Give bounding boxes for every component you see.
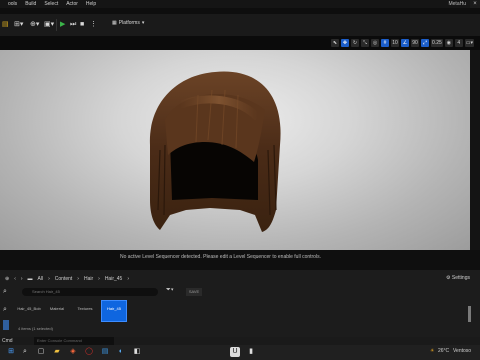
breadcrumb-hair[interactable]: Hair [84, 276, 93, 282]
asset-tile-selected[interactable]: Hair_45 [101, 300, 127, 322]
stop-icon[interactable]: ■ [80, 20, 84, 30]
camera-speed-value[interactable]: 4 [454, 39, 463, 47]
asset-label: Hair_45_Bob [17, 306, 41, 311]
settings-button[interactable]: ⚙ Settings [446, 275, 470, 281]
breadcrumb-sep-icon: › [77, 276, 79, 282]
file-explorer-icon[interactable]: ▰ [52, 347, 62, 357]
windows-start-icon[interactable]: ⊞ [6, 347, 16, 357]
content-scrollbar[interactable] [468, 306, 471, 322]
opera-icon[interactable]: ◯ [84, 347, 94, 357]
platforms-icon: ▦ [112, 20, 117, 26]
task-view-icon[interactable]: ▢ [36, 347, 46, 357]
weather-label[interactable]: Ventoso [453, 348, 471, 354]
angle-snap-icon[interactable]: ∠ [401, 39, 410, 47]
blueprint-icon[interactable]: ▣▾ [44, 20, 54, 30]
details-panel-edge [470, 50, 480, 270]
content-browser-sidebar: ⌕ ⌕ [0, 276, 14, 338]
search-input[interactable]: Search Hair_45 [22, 288, 158, 296]
scale-icon[interactable]: ⤡ [361, 39, 370, 47]
photos-icon[interactable]: ▤ [100, 347, 110, 357]
back-icon[interactable]: ‹ [14, 276, 16, 282]
menu-select[interactable]: Select [44, 1, 58, 7]
breadcrumb-content[interactable]: Content [55, 276, 73, 282]
menu-build[interactable]: Build [25, 1, 36, 7]
unreal-engine-icon[interactable]: U [230, 347, 240, 357]
project-name: MetaHu [448, 1, 466, 7]
asset-label: Textures [77, 306, 93, 311]
platforms-label: Platforms [118, 20, 140, 26]
save-icon[interactable]: ▤ [2, 20, 9, 30]
level-viewport[interactable] [0, 50, 470, 250]
menu-help[interactable]: Help [86, 1, 96, 7]
skip-forward-icon[interactable]: ⏭ [70, 20, 76, 30]
asset-label: Hair_45 [106, 306, 121, 311]
add-actor-icon[interactable]: ⊕▾ [30, 20, 39, 30]
console-bar: Cmd Enter Console Command [0, 337, 480, 345]
select-mode-icon[interactable]: ⬉ [331, 39, 340, 47]
save-search-button[interactable]: SAVE [186, 288, 202, 296]
filter-icon[interactable]: ⏷▾ [166, 287, 174, 294]
console-input[interactable]: Enter Console Command [34, 337, 114, 345]
grid-value[interactable]: 10 [391, 39, 400, 47]
search-placeholder: Search Hair_45 [32, 289, 60, 294]
weather-temp[interactable]: 26°C [438, 348, 449, 354]
weather-icon: ☀ [430, 348, 435, 354]
forward-icon[interactable]: › [21, 276, 23, 282]
asset-tile[interactable]: Hair_45_Bob [16, 300, 42, 322]
app-icon[interactable]: ◧ [132, 347, 142, 357]
edge-icon[interactable]: ◐ [116, 347, 126, 357]
menu-bar: ools Build Select Actor Help MetaHu × [0, 0, 480, 8]
rotate-icon[interactable]: ↻ [351, 39, 360, 47]
sequencer-bar: No active Level Sequencer detected. Plea… [0, 250, 480, 270]
play-icon[interactable]: ▶ [60, 20, 65, 30]
close-window-button[interactable]: × [470, 0, 480, 8]
scale-snap-value[interactable]: 0.25 [431, 39, 443, 47]
sources-panel-icon[interactable] [3, 320, 9, 330]
play-options-icon[interactable]: ⋮ [90, 20, 97, 30]
grid-snap-icon[interactable]: # [381, 39, 390, 47]
windows-taskbar: ⊞ ⌕ ▢ ▰ ◈ ◯ ▤ ◐ ◧ U ▮ ☀ 26°C Ventoso [0, 345, 480, 360]
breadcrumb: ⊕ ‹ › ▬ All › Content › Hair › Hair_45 › [0, 274, 480, 284]
mode-select-icon[interactable]: ⊞▾ [14, 20, 23, 30]
scale-snap-icon[interactable]: ⤢ [421, 39, 430, 47]
sequencer-notice: No active Level Sequencer detected. Plea… [120, 254, 321, 260]
fov-value[interactable]: 90 [411, 39, 420, 47]
terminal-icon[interactable]: ▮ [246, 347, 256, 357]
chevron-down-icon: ▾ [141, 20, 145, 26]
office-icon[interactable]: ◈ [68, 347, 78, 357]
breadcrumb-all[interactable]: All [38, 276, 44, 282]
camera-speed-icon[interactable]: ◉ [444, 39, 453, 47]
menu-tools[interactable]: ools [8, 1, 17, 7]
item-count: 4 items (1 selected) [18, 326, 53, 331]
search-icon[interactable]: ⌕ [20, 347, 30, 357]
folder-icon: ▬ [27, 276, 33, 282]
search-icon[interactable]: ⌕ [3, 306, 7, 314]
console-dropdown[interactable]: Cmd [2, 338, 13, 344]
breadcrumb-sep-icon: › [127, 276, 129, 282]
menu-actor[interactable]: Actor [66, 1, 78, 7]
viewport-tools: ⬉ ✥ ↻ ⤡ ◎ # 10 ∠ 90 ⤢ 0.25 ◉ 4 ▭▾ [331, 38, 474, 48]
platforms-button[interactable]: ▦ Platforms ▾ [112, 20, 144, 26]
asset-tile[interactable]: Material [44, 300, 70, 322]
hair-model [149, 71, 281, 232]
settings-label: Settings [451, 275, 470, 281]
layout-icon[interactable]: ▭▾ [464, 39, 474, 47]
translate-icon[interactable]: ✥ [341, 39, 350, 47]
breadcrumb-hair45[interactable]: Hair_45 [105, 276, 123, 282]
breadcrumb-sep-icon: › [98, 276, 100, 282]
asset-label: Material [49, 306, 65, 311]
toolbar-divider [56, 19, 57, 31]
asset-tile[interactable]: Textures [72, 300, 98, 322]
world-icon[interactable]: ◎ [371, 39, 380, 47]
main-toolbar: ▤ ⊞▾ ⊕▾ ▣▾ ▶ ⏭ ■ ⋮ ▦ Platforms ▾ [0, 14, 480, 36]
search-icon[interactable]: ⌕ [3, 288, 7, 296]
breadcrumb-sep-icon: › [48, 276, 50, 282]
